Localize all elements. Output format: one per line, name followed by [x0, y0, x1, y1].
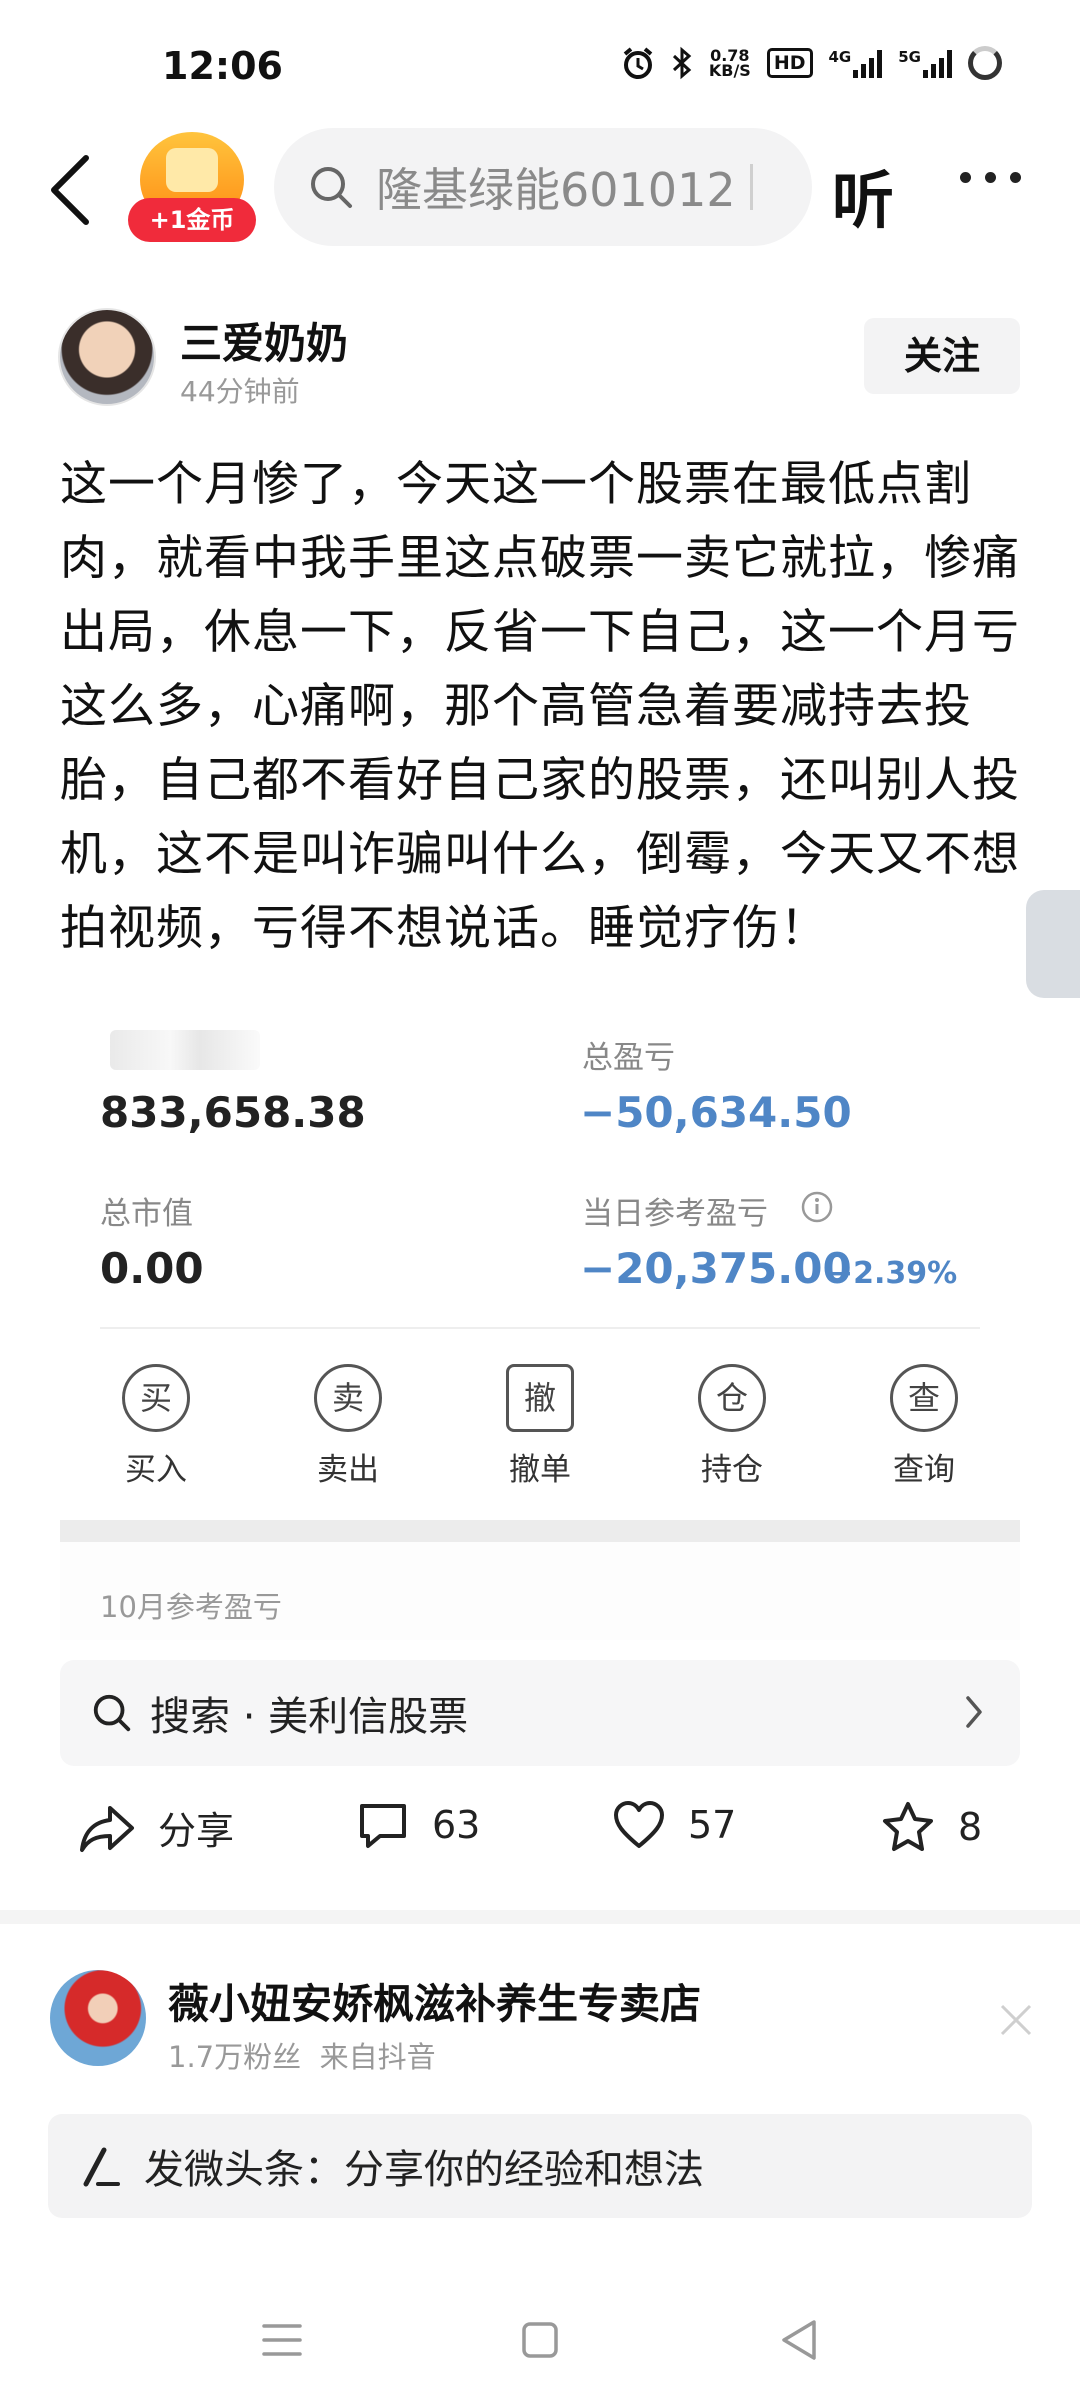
listen-button[interactable]: 听	[832, 150, 894, 240]
search-placeholder: 隆基绿能601012	[376, 163, 736, 217]
search-icon	[311, 167, 352, 208]
info-icon	[800, 1190, 834, 1228]
card-divider	[100, 1327, 980, 1329]
share-icon	[80, 1805, 134, 1852]
buy-icon: 买	[122, 1364, 190, 1432]
net-speed: 0.78 KB/S	[708, 48, 751, 80]
query-action: 查 查询	[864, 1364, 984, 1489]
chevron-left-icon	[51, 155, 89, 225]
holdings-label: 持仓	[701, 1452, 763, 1488]
share-label: 分享	[158, 1809, 235, 1853]
post-body-text: 这一个月惨了，今天这一个股票在最低点割肉，就看中我手里这点破票一卖它就拉，惨痛出…	[60, 457, 1020, 956]
sell-action: 卖 卖出	[288, 1364, 408, 1489]
pen-icon	[83, 2147, 120, 2187]
more-options-button[interactable]	[960, 172, 1021, 183]
share-button[interactable]: 分享	[78, 1800, 234, 1855]
post-time: 44分钟前	[180, 375, 300, 408]
daily-pnl-label: 当日参考盈亏	[582, 1196, 768, 1232]
comment-count: 63	[432, 1803, 481, 1847]
floating-side-tab[interactable]	[1026, 890, 1080, 998]
sim1-label: 4G	[828, 48, 852, 66]
follow-button[interactable]: 关注	[864, 318, 1020, 394]
signal-bars-icon	[853, 48, 883, 78]
asset-value: 833,658.38	[100, 1088, 366, 1137]
daily-pnl-value: −20,375.00	[580, 1244, 852, 1293]
text-caret	[749, 164, 753, 210]
sell-label: 卖出	[317, 1452, 379, 1488]
like-button[interactable]: 57	[612, 1800, 736, 1850]
buy-action: 买 买入	[96, 1364, 216, 1489]
heart-icon	[614, 1801, 664, 1848]
dot-icon	[960, 172, 971, 183]
close-recommendation-button[interactable]	[998, 2002, 1034, 2042]
search-input[interactable]: 隆基绿能601012	[274, 128, 812, 246]
bluetooth-icon	[671, 46, 693, 80]
related-search-text: 搜索 · 美利信股票	[150, 1694, 469, 1740]
square-icon	[522, 2322, 558, 2358]
comment-button[interactable]: 63	[356, 1800, 480, 1850]
home-nav-button[interactable]	[510, 2310, 570, 2370]
daily-pnl-percent: −2.39%	[828, 1256, 958, 1291]
query-label: 查询	[893, 1452, 955, 1488]
back-button[interactable]	[42, 150, 102, 230]
card-separator	[60, 1520, 1020, 1542]
month-pnl-label: 10月参考盈亏	[100, 1590, 282, 1624]
pie-chart-icon: 仓	[698, 1364, 766, 1432]
close-icon	[1000, 2004, 1032, 2036]
alarm-icon	[621, 46, 655, 80]
search-icon	[93, 1694, 131, 1732]
favorite-count: 8	[958, 1805, 983, 1849]
buy-label: 买入	[125, 1452, 187, 1488]
net-speed-unit: KB/S	[708, 61, 751, 80]
menu-nav-button[interactable]	[252, 2310, 312, 2370]
author-avatar[interactable]	[58, 308, 156, 406]
menu-icon	[262, 2324, 302, 2356]
coin-badge-label: +1金币	[128, 198, 256, 242]
status-icons: 0.78 KB/S HD 4G 5G	[621, 46, 1002, 80]
query-search-icon: 查	[890, 1364, 958, 1432]
hd-badge: HD	[766, 48, 813, 78]
like-count: 57	[688, 1803, 737, 1847]
related-search-link[interactable]: 搜索 · 美利信股票	[60, 1660, 1020, 1766]
author-name[interactable]: 三爱奶奶	[180, 310, 348, 371]
signal-sim1: 4G	[829, 48, 883, 78]
post-composer-input[interactable]: 发微头条：分享你的经验和想法	[48, 2114, 1032, 2218]
sim2-label: 5G	[898, 48, 921, 66]
dot-icon	[985, 172, 996, 183]
signal-sim2: 5G	[898, 48, 952, 78]
favorite-button[interactable]: 8	[880, 1800, 982, 1854]
dot-icon	[1010, 172, 1021, 183]
recommended-followers: 1.7万粉丝	[168, 2040, 302, 2074]
cancel-order-action: 撤 撤单	[480, 1364, 600, 1489]
signal-bars-icon	[923, 48, 952, 78]
star-icon	[883, 1802, 933, 1851]
redacted-label	[110, 1030, 260, 1070]
recommended-avatar[interactable]	[50, 1970, 146, 2066]
battery-icon	[968, 46, 1002, 80]
total-pnl-label: 总盈亏	[582, 1040, 675, 1076]
market-value: 0.00	[100, 1244, 204, 1293]
clipboard-undo-icon: 撤	[506, 1364, 574, 1432]
back-nav-button[interactable]	[770, 2310, 830, 2370]
recommended-source: 来自抖音	[319, 2040, 436, 2074]
coin-reward-button[interactable]: +1金币	[128, 132, 256, 242]
sell-icon: 卖	[314, 1364, 382, 1432]
triangle-back-icon	[782, 2320, 816, 2360]
chevron-right-icon	[966, 1696, 982, 1728]
cancel-order-label: 撤单	[509, 1452, 571, 1488]
status-time: 12:06	[162, 44, 283, 88]
market-value-label: 总市值	[100, 1196, 193, 1232]
recommended-meta: 1.7万粉丝 来自抖音	[168, 2034, 436, 2076]
section-divider	[0, 1910, 1080, 1924]
recommended-name[interactable]: 薇小妞安娇枫滋补养生专卖店	[168, 1970, 701, 2030]
comment-icon	[360, 1804, 406, 1848]
holdings-action: 仓 持仓	[672, 1364, 792, 1489]
composer-placeholder: 发微头条：分享你的经验和想法	[144, 2147, 704, 2193]
total-pnl-value: −50,634.50	[580, 1088, 852, 1137]
